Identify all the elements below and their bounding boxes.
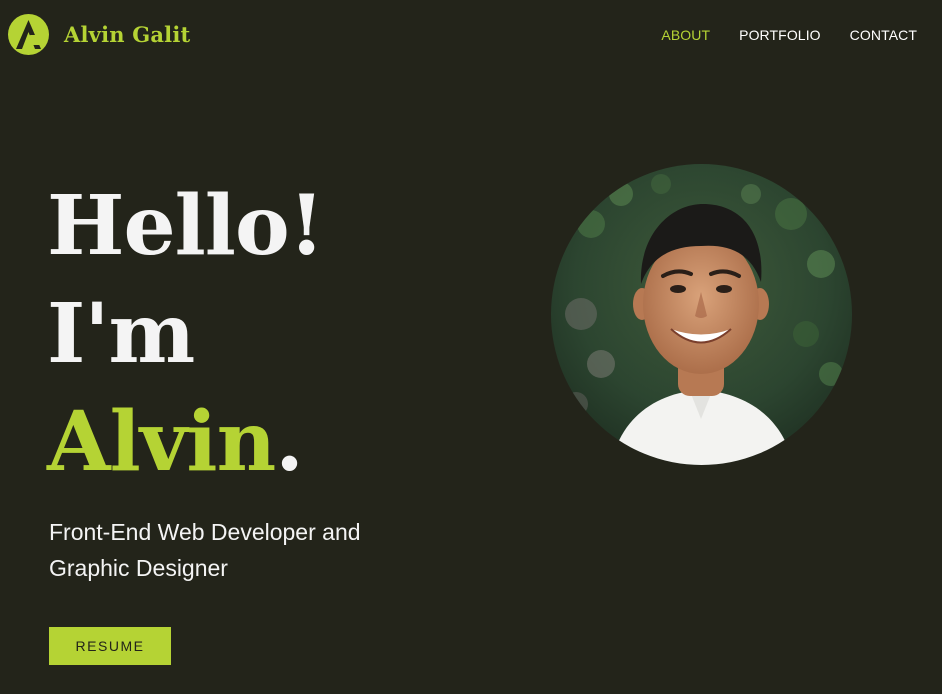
- brand-link[interactable]: Alvin Galit: [8, 14, 190, 55]
- brand-name: Alvin Galit: [64, 22, 191, 47]
- hero-line-hello: Hello!: [47, 178, 325, 274]
- site-header: Alvin Galit ABOUT PORTFOLIO CONTACT: [0, 0, 942, 72]
- resume-button[interactable]: RESUME: [49, 627, 171, 665]
- alvin-logo-icon: [8, 14, 49, 55]
- hero-name: Alvin: [47, 394, 276, 490]
- nav-portfolio[interactable]: PORTFOLIO: [739, 27, 821, 43]
- hero-period: .: [275, 394, 304, 490]
- profile-photo-graphic: [551, 164, 852, 465]
- hero-line-im: I'm: [47, 286, 195, 382]
- hero-subtitle: Front-End Web Developer and Graphic Desi…: [49, 519, 361, 581]
- nav-about[interactable]: ABOUT: [661, 27, 710, 43]
- hero-heading: Hello! I'm Alvin.: [47, 172, 325, 496]
- hero-line-name: Alvin.: [47, 388, 324, 496]
- nav-contact[interactable]: CONTACT: [850, 27, 917, 43]
- profile-photo: [551, 164, 852, 465]
- main-nav: ABOUT PORTFOLIO CONTACT: [661, 27, 917, 43]
